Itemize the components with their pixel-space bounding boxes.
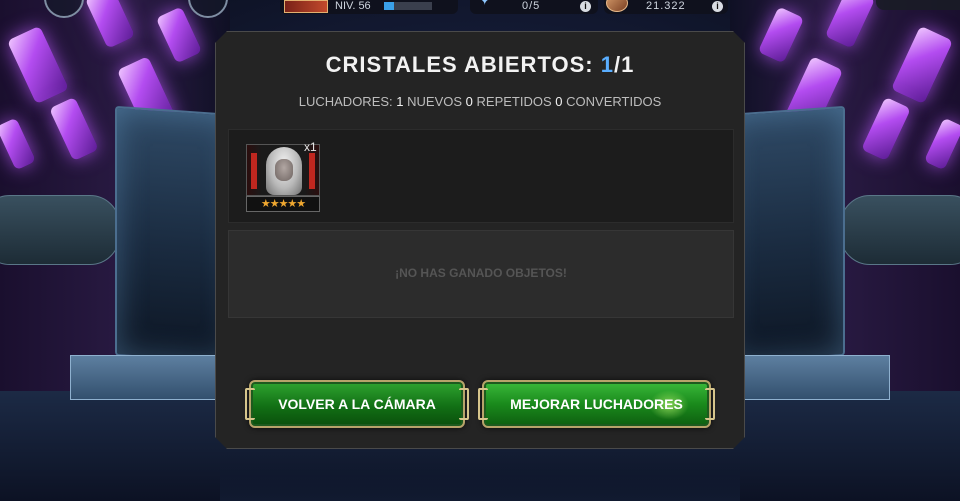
new-label: NUEVOS [407,94,463,109]
fighters-panel: ★★★★★ x1 [228,129,734,223]
button-notch-left [245,388,255,420]
home-button[interactable] [188,0,228,18]
info-icon[interactable]: i [712,1,723,12]
button-notch-right [459,388,469,420]
crystal-results-dialog: CRISTALES ABIERTOS: 1/1 LUCHADORES: 1 NU… [215,31,745,449]
pipe-left [0,195,120,265]
upgrade-fighters-button[interactable]: MEJORAR LUCHADORES [482,380,711,428]
title-count: 1 [600,52,614,77]
button-notch-right [705,388,715,420]
star-rating: ★★★★★ [246,196,320,212]
converted-label: CONVERTIDOS [566,94,662,109]
crystal-shard [923,117,960,171]
top-hud: NIV. 56 ✦ 0/5 i 21.322 i [0,0,960,18]
repeated-count: 0 [555,94,563,109]
level-progress-fill [384,2,394,10]
gold-value: 21.322 [646,0,686,12]
summary-line: LUCHADORES: 1 NUEVOS 0 REPETIDOS 0 CONVE… [216,94,744,109]
fighters-count: 1 [396,94,404,109]
items-panel: ¡NO HAS GANADO OBJETOS! [228,230,734,318]
level-progress-bar [384,2,432,10]
pipe-right [840,195,960,265]
gold-panel[interactable]: 21.322 i [604,0,728,14]
crystal-shard [0,117,37,171]
energy-icon: ✦ [478,0,492,9]
menu-button[interactable] [44,0,84,18]
gold-coin-icon [606,0,628,12]
crystal-shard [890,25,954,105]
crystal-shard [6,25,70,105]
title-total: /1 [613,52,635,77]
title-prefix: CRISTALES ABIERTOS: [325,52,594,77]
crystal-shard [861,96,911,162]
upgrade-button-label: MEJORAR LUCHADORES [510,396,683,412]
crystal-shard [49,96,99,162]
level-label: NIV. 56 [335,0,371,12]
energy-panel[interactable]: ✦ 0/5 i [470,0,598,14]
portrait-frame-right [309,153,315,189]
fighter-card[interactable]: ★★★★★ x1 [246,144,320,214]
pillar-base-left [70,355,220,400]
fighter-quantity: x1 [304,140,317,154]
back-to-vault-button[interactable]: VOLVER A LA CÁMARA [249,380,465,428]
portrait-frame-left [251,153,257,189]
dialog-title: CRISTALES ABIERTOS: 1/1 [216,52,744,78]
back-button-label: VOLVER A LA CÁMARA [278,396,436,412]
no-items-message: ¡NO HAS GANADO OBJETOS! [395,266,567,280]
player-avatar [284,0,328,13]
crystal-pedestal [220,451,740,501]
hud-corner-button[interactable] [876,0,960,10]
pillar-base-right [740,355,890,400]
player-level-panel[interactable]: NIV. 56 [280,0,458,14]
fighter-face [275,159,293,181]
button-notch-left [478,388,488,420]
new-count: 0 [465,94,473,109]
energy-value: 0/5 [522,0,541,12]
info-icon[interactable]: i [580,1,591,12]
fighters-label: LUCHADORES: [298,94,393,109]
repeated-label: REPETIDOS [476,94,552,109]
